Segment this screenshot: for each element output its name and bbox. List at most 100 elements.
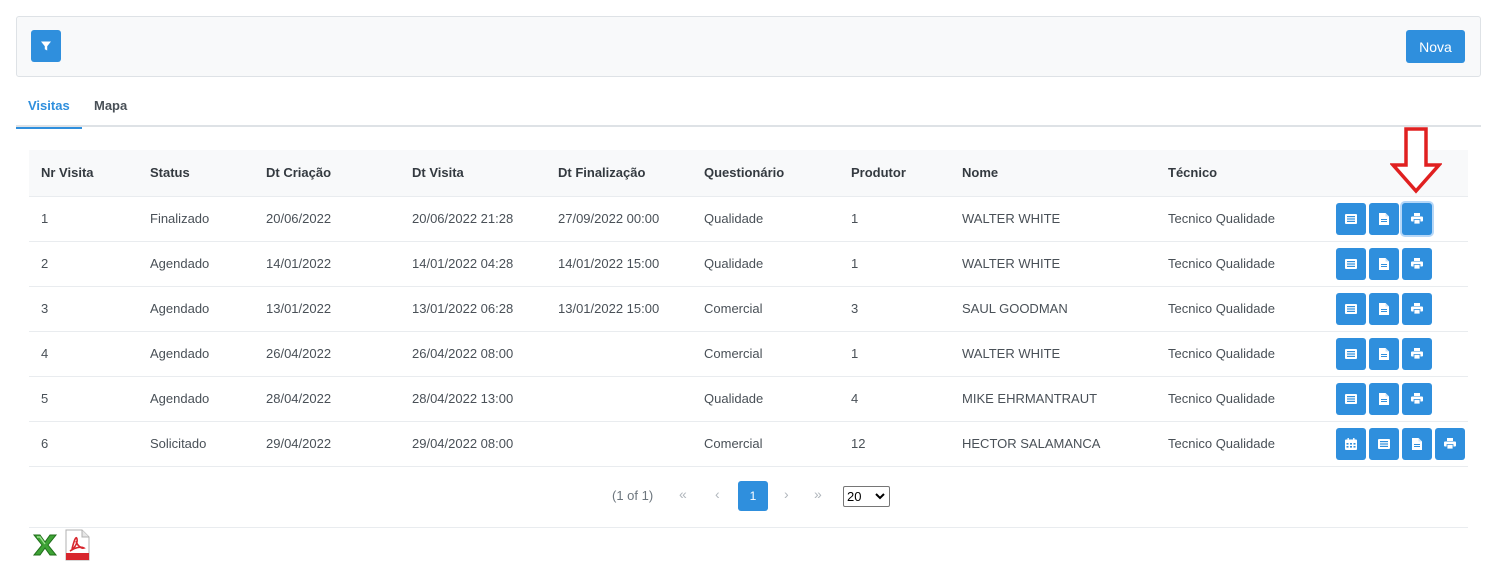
report-button[interactable] — [1369, 247, 1399, 280]
print-button[interactable] — [1402, 292, 1432, 325]
visitas-table: Nr Visita Status Dt Criação Dt Visita Dt… — [29, 150, 1468, 467]
list-icon — [1345, 348, 1357, 359]
details-button[interactable] — [1336, 292, 1366, 325]
cell-status: Finalizado — [138, 196, 254, 242]
cell-dt-finalizacao: 27/09/2022 00:00 — [546, 196, 692, 242]
cell-dt-visita: 26/04/2022 08:00 — [400, 331, 546, 377]
cell-nome: WALTER WHITE — [950, 241, 1156, 287]
cell-dt-criacao: 29/04/2022 — [254, 421, 400, 467]
cell-actions — [1327, 421, 1468, 467]
cell-tecnico: Tecnico Qualidade — [1156, 376, 1327, 422]
cell-status: Agendado — [138, 376, 254, 422]
last-page-button[interactable]: » — [814, 486, 822, 502]
nova-button[interactable]: Nova — [1406, 30, 1465, 63]
list-icon — [1345, 213, 1357, 224]
details-button[interactable] — [1336, 337, 1366, 370]
column-header-status[interactable]: Status — [138, 150, 254, 197]
details-button[interactable] — [1336, 247, 1366, 280]
column-header-questionario[interactable]: Questionário — [692, 150, 839, 197]
paginator-report: (1 of 1) — [612, 488, 654, 503]
pdf-export-icon[interactable] — [64, 529, 91, 561]
report-button[interactable] — [1369, 382, 1399, 415]
cell-nr-visita: 3 — [29, 286, 138, 332]
first-page-button[interactable]: « — [679, 486, 687, 502]
tab-mapa[interactable]: Mapa — [84, 90, 137, 127]
excel-export-icon[interactable] — [31, 531, 59, 559]
cell-actions — [1327, 196, 1468, 242]
cell-produtor: 3 — [839, 286, 950, 332]
cell-questionario: Qualidade — [692, 241, 839, 287]
table-row[interactable]: 5 Agendado 28/04/2022 28/04/2022 13:00 Quali… — [29, 376, 1468, 422]
cell-status: Agendado — [138, 286, 254, 332]
print-icon — [1444, 438, 1456, 449]
print-button[interactable] — [1402, 382, 1432, 415]
rows-per-page-value: 20 — [847, 489, 862, 504]
cell-nome: MIKE EHRMANTRAUT — [950, 376, 1156, 422]
cell-nr-visita: 2 — [29, 241, 138, 287]
details-button[interactable] — [1336, 202, 1366, 235]
cell-actions — [1327, 286, 1468, 332]
cell-status: Solicitado — [138, 421, 254, 467]
cell-status: Agendado — [138, 331, 254, 377]
cell-produtor: 12 — [839, 421, 950, 467]
table-row[interactable]: 2 Agendado 14/01/2022 14/01/2022 04:28 14/01… — [29, 241, 1468, 287]
table-row[interactable]: 4 Agendado 26/04/2022 26/04/2022 08:00 Comer… — [29, 331, 1468, 377]
schedule-button[interactable] — [1336, 427, 1366, 460]
cell-dt-visita: 28/04/2022 13:00 — [400, 376, 546, 422]
report-button[interactable] — [1369, 337, 1399, 370]
report-button[interactable] — [1402, 427, 1432, 460]
list-icon — [1345, 258, 1357, 269]
cell-actions — [1327, 331, 1468, 377]
cell-tecnico: Tecnico Qualidade — [1156, 421, 1327, 467]
column-header-dt-criacao[interactable]: Dt Criação — [254, 150, 400, 197]
table-row[interactable]: 6 Solicitado 29/04/2022 29/04/2022 08:00 Com… — [29, 421, 1468, 467]
cell-produtor: 1 — [839, 196, 950, 242]
details-button[interactable] — [1336, 382, 1366, 415]
column-header-dt-finalizacao[interactable]: Dt Finalização — [546, 150, 692, 197]
report-button[interactable] — [1369, 202, 1399, 235]
cell-dt-visita: 14/01/2022 04:28 — [400, 241, 546, 287]
report-button[interactable] — [1369, 292, 1399, 325]
cell-nome: SAUL GOODMAN — [950, 286, 1156, 332]
paginator: (1 of 1) « ‹ 1 › » 20 — [29, 478, 1468, 514]
print-button[interactable] — [1402, 337, 1432, 370]
cell-dt-criacao: 13/01/2022 — [254, 286, 400, 332]
cell-questionario: Qualidade — [692, 196, 839, 242]
print-icon — [1411, 258, 1423, 269]
print-button[interactable] — [1402, 202, 1432, 235]
filter-button[interactable] — [31, 30, 61, 62]
table-header-row: Nr Visita Status Dt Criação Dt Visita Dt… — [29, 150, 1468, 197]
print-button[interactable] — [1402, 247, 1432, 280]
print-button[interactable] — [1435, 427, 1465, 460]
column-header-nr-visita[interactable]: Nr Visita — [29, 150, 138, 197]
row-actions — [1336, 247, 1468, 280]
row-actions — [1336, 337, 1468, 370]
cell-actions — [1327, 241, 1468, 287]
details-button[interactable] — [1369, 427, 1399, 460]
cell-nome: WALTER WHITE — [950, 196, 1156, 242]
document-icon — [1379, 302, 1389, 315]
column-header-dt-visita[interactable]: Dt Visita — [400, 150, 546, 197]
table-row[interactable]: 1 Finalizado 20/06/2022 20/06/2022 21:28 27/… — [29, 196, 1468, 242]
page-1-button[interactable]: 1 — [738, 481, 768, 511]
rows-per-page-select[interactable]: 20 — [843, 486, 890, 507]
document-icon — [1379, 347, 1389, 360]
cell-dt-criacao: 20/06/2022 — [254, 196, 400, 242]
document-icon — [1379, 212, 1389, 225]
cell-tecnico: Tecnico Qualidade — [1156, 286, 1327, 332]
tab-visitas[interactable]: Visitas — [16, 90, 82, 129]
column-header-nome[interactable]: Nome — [950, 150, 1156, 197]
prev-page-button[interactable]: ‹ — [715, 486, 720, 502]
table-row[interactable]: 3 Agendado 13/01/2022 13/01/2022 06:28 13/01… — [29, 286, 1468, 332]
cell-produtor: 4 — [839, 376, 950, 422]
document-icon — [1379, 257, 1389, 270]
cell-nr-visita: 6 — [29, 421, 138, 467]
filter-icon — [41, 41, 51, 51]
cell-produtor: 1 — [839, 331, 950, 377]
next-page-button[interactable]: › — [784, 486, 789, 502]
column-header-tecnico[interactable]: Técnico — [1156, 150, 1327, 197]
cell-questionario: Comercial — [692, 331, 839, 377]
column-header-produtor[interactable]: Produtor — [839, 150, 950, 197]
tab-bar: Visitas Mapa — [16, 90, 1481, 129]
print-icon — [1411, 348, 1423, 359]
